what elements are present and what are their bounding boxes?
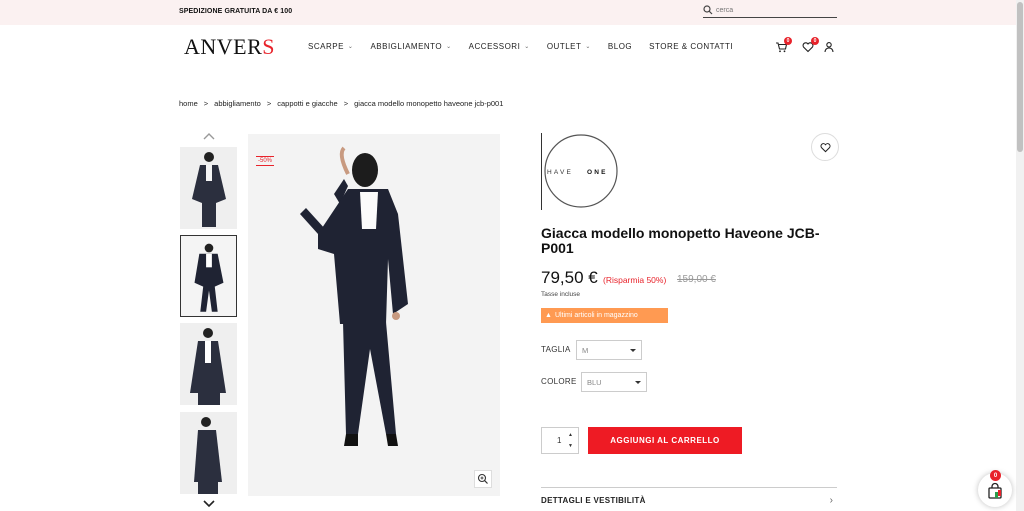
- product-price: 79,50 €: [541, 268, 598, 287]
- chevron-down-icon: ⌄: [446, 44, 452, 50]
- cart-button[interactable]: 0: [775, 37, 792, 54]
- breadcrumb-current: giacca modello monopetto haveone jcb-p00…: [354, 99, 504, 108]
- thumbnail-1[interactable]: [180, 147, 237, 229]
- cart-count-badge: 0: [784, 37, 792, 45]
- nav-item-accessori[interactable]: ACCESSORI ⌄: [469, 42, 530, 51]
- nav-item-scarpe[interactable]: SCARPE ⌄: [308, 42, 353, 51]
- brand-logo-text-b: ONE: [587, 169, 608, 176]
- nav-item-outlet[interactable]: OUTLET ⌄: [547, 42, 591, 51]
- quantity-value[interactable]: 1: [557, 436, 561, 445]
- saving-note: (Risparmia 50%): [603, 275, 667, 285]
- search-input[interactable]: [716, 4, 834, 17]
- wishlist-count-badge: 0: [811, 37, 819, 45]
- scrollbar[interactable]: [1016, 0, 1024, 511]
- color-select[interactable]: BLU: [581, 372, 647, 392]
- nav-item-abbigliamento[interactable]: ABBIGLIAMENTO ⌄: [370, 42, 451, 51]
- chevron-down-icon: ⌄: [524, 44, 530, 50]
- thumbnail-image: [180, 147, 237, 229]
- chevron-down-icon[interactable]: [203, 499, 215, 509]
- search-icon[interactable]: [703, 5, 713, 15]
- breadcrumb-separator: >: [203, 99, 209, 108]
- nav-item-blog[interactable]: BLOG: [608, 42, 632, 51]
- old-price: 159,00 €: [677, 274, 716, 285]
- breadcrumb-cappotti[interactable]: cappotti e giacche: [277, 99, 337, 108]
- quantity-stepper[interactable]: 1 ▲ ▼: [541, 427, 579, 454]
- color-select-value: BLU: [587, 378, 602, 387]
- scrollbar-thumb[interactable]: [1017, 2, 1023, 152]
- thumbnail-image: [180, 323, 237, 405]
- logo-text: ANVER: [184, 34, 263, 59]
- thumbnail-2[interactable]: [180, 235, 237, 317]
- zoom-button[interactable]: [474, 470, 492, 488]
- size-select[interactable]: M: [576, 340, 642, 360]
- product-title: Giacca modello monopetto Haveone JCB-P00…: [541, 225, 820, 256]
- stock-warning: ▲ Ultimi articoli in magazzino: [541, 308, 668, 323]
- thumbnail-4[interactable]: [180, 412, 237, 494]
- shipping-notice: SPEDIZIONE GRATUITA DA € 100: [179, 8, 293, 15]
- zoom-icon: [477, 473, 488, 484]
- heart-icon: [820, 143, 831, 153]
- breadcrumb-abbigliamento[interactable]: abbigliamento: [214, 99, 261, 108]
- nav-item-store-contatti[interactable]: STORE & CONTATTI: [649, 42, 733, 51]
- main-product-image[interactable]: [248, 134, 500, 496]
- warning-icon: ▲: [545, 312, 552, 319]
- breadcrumb-home[interactable]: home: [179, 99, 198, 108]
- site-logo[interactable]: ANVERS: [184, 34, 275, 60]
- add-to-wishlist-button[interactable]: [811, 133, 839, 161]
- chevron-right-icon: ›: [829, 495, 833, 506]
- discount-badge: -50%: [256, 156, 275, 166]
- thumbnail-image: [181, 236, 236, 316]
- chevron-down-icon: ⌄: [347, 44, 354, 50]
- details-label: DETTAGLI E VESTIBILITÀ: [541, 496, 646, 505]
- floating-cart-count-badge: 0: [990, 470, 1001, 481]
- dropdown-arrow-icon: [630, 349, 636, 352]
- thumbnail-image: [180, 412, 237, 494]
- breadcrumb-separator: >: [266, 99, 272, 108]
- size-label: TAGLIA: [541, 345, 571, 354]
- thumbnail-3[interactable]: [180, 323, 237, 405]
- brand-logo-graphic: HAVE ONE: [544, 134, 618, 208]
- details-accordion[interactable]: DETTAGLI E VESTIBILITÀ ›: [541, 487, 837, 511]
- account-button[interactable]: [823, 40, 837, 54]
- chevron-up-icon[interactable]: [203, 131, 215, 141]
- brand-logo-text-a: HAVE: [547, 169, 573, 176]
- brand-logo[interactable]: HAVE ONE: [541, 133, 621, 210]
- dropdown-arrow-icon: [635, 381, 641, 384]
- breadcrumb: home > abbigliamento > cappotti e giacche >…: [179, 99, 503, 108]
- chevron-down-icon: ⌄: [585, 44, 591, 50]
- color-label: COLORE: [541, 377, 577, 386]
- product-photo: [248, 134, 500, 496]
- wishlist-button[interactable]: 0: [802, 37, 819, 54]
- shopping-bag-icon: [988, 482, 1002, 499]
- tax-note: Tasse incluse: [541, 291, 581, 298]
- quantity-up-icon[interactable]: ▲: [568, 432, 573, 438]
- logo-accent: S: [262, 34, 276, 59]
- user-icon: [824, 42, 834, 53]
- add-to-cart-button[interactable]: AGGIUNGI AL CARRELLO: [588, 427, 742, 454]
- search-bar[interactable]: [703, 4, 837, 18]
- top-bar: SPEDIZIONE GRATUITA DA € 100: [0, 0, 1016, 25]
- quantity-down-icon[interactable]: ▼: [568, 443, 573, 449]
- main-nav: SCARPE ⌄ ABBIGLIAMENTO ⌄ ACCESSORI ⌄ OUTLET…: [308, 42, 750, 51]
- breadcrumb-separator: >: [343, 99, 349, 108]
- size-select-value: M: [582, 346, 589, 355]
- floating-cart-button[interactable]: 0: [978, 470, 1012, 507]
